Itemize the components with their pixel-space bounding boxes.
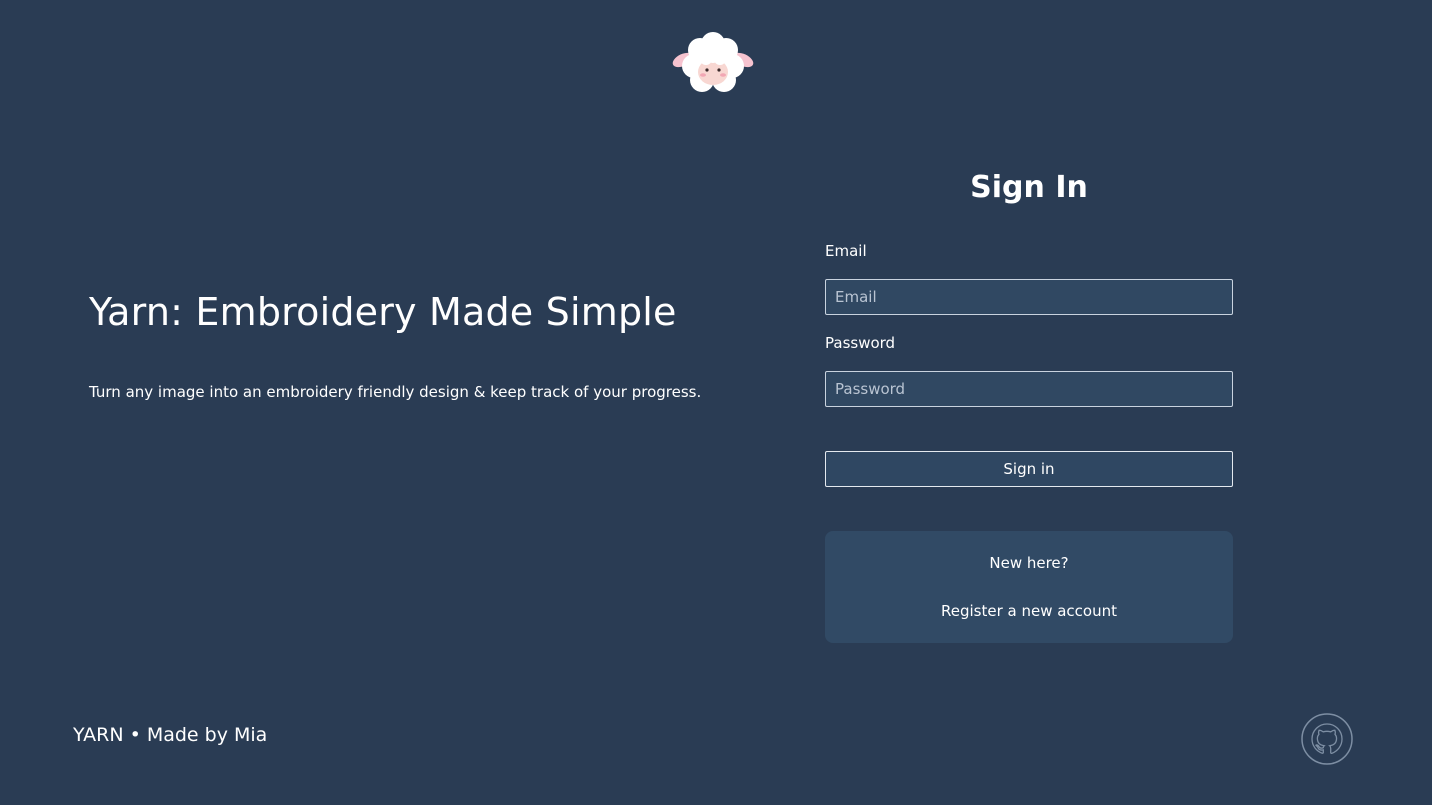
github-icon[interactable] — [1300, 712, 1354, 766]
new-here-text: New here? — [989, 554, 1069, 572]
signin-button[interactable]: Sign in — [825, 451, 1233, 487]
password-label: Password — [825, 334, 896, 352]
password-field[interactable] — [825, 371, 1233, 407]
sheep-icon — [670, 30, 756, 96]
signin-title: Sign In — [970, 170, 1088, 205]
hero-title: Yarn: Embroidery Made Simple — [89, 290, 677, 334]
email-field[interactable] — [825, 279, 1233, 315]
hero-subtitle: Turn any image into an embroidery friend… — [89, 383, 702, 401]
footer-credit: YARN • Made by Mia — [73, 724, 268, 746]
page: Yarn: Embroidery Made Simple Turn any im… — [0, 0, 1432, 805]
register-panel: New here? Register a new account — [825, 531, 1233, 643]
register-link[interactable]: Register a new account — [825, 602, 1233, 620]
email-label: Email — [825, 242, 867, 260]
